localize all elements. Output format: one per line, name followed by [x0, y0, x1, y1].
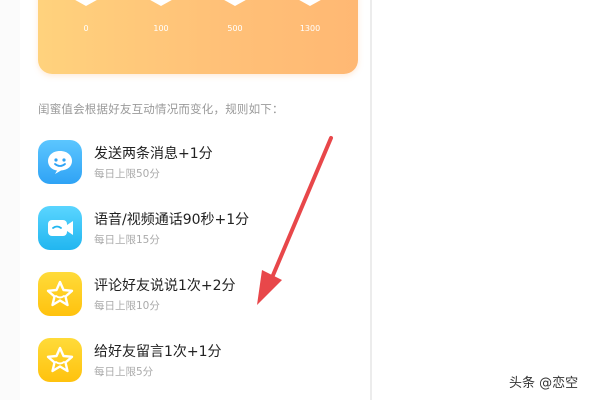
- watermark-text: 头条 @恋空: [509, 376, 579, 391]
- red-arrow-annotation: [257, 136, 333, 305]
